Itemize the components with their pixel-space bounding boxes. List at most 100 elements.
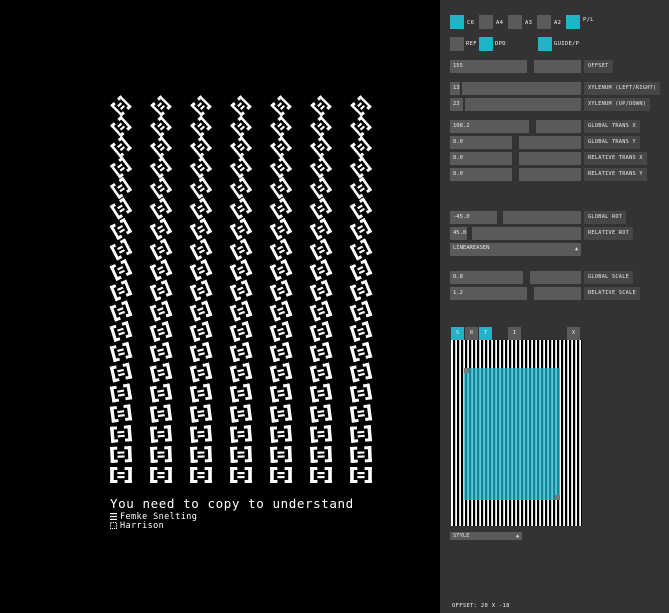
glyph-cell — [350, 115, 372, 138]
toggle-a4[interactable] — [479, 15, 493, 29]
glyph-cell — [189, 383, 213, 403]
glyph-cell — [349, 217, 373, 241]
glyph-cell — [269, 238, 293, 261]
global-trans-x-field[interactable]: 108.2 — [450, 120, 529, 133]
toggle-a3[interactable] — [508, 15, 522, 29]
glyph-cell — [310, 467, 332, 483]
tab-i[interactable]: I — [508, 327, 521, 340]
glyph-cell — [149, 300, 173, 322]
global-rot-slider[interactable] — [503, 211, 581, 224]
glyph-cell — [349, 259, 373, 281]
global-rot-field[interactable]: -45.0 — [450, 211, 497, 224]
glyph-cell — [350, 135, 372, 159]
relative-trans-y-slider[interactable] — [519, 168, 581, 181]
glyph-cell — [269, 321, 293, 342]
glyph-cell — [149, 156, 173, 179]
relative-trans-y-label: RELATIVE TRANS Y — [584, 168, 647, 181]
xyl-ud-slider[interactable] — [465, 98, 581, 111]
glyph-cell — [230, 467, 252, 483]
glyph-cell — [229, 217, 253, 241]
glyph-cell — [230, 446, 252, 463]
glyph-cell — [149, 341, 173, 363]
glyph-cell — [349, 383, 373, 403]
glyph-cell — [189, 300, 213, 322]
global-trans-y-slider[interactable] — [519, 136, 581, 149]
glyph-cell — [349, 279, 373, 302]
glyph-cell — [150, 115, 172, 138]
relative-rot-slider[interactable] — [472, 227, 581, 240]
resize-handle[interactable] — [464, 368, 469, 373]
glyph-cell — [110, 95, 132, 117]
offset-field[interactable]: 155 — [450, 60, 527, 73]
glyph-cell — [149, 217, 173, 241]
glyph-cell — [229, 259, 253, 281]
xyl-lr-slider[interactable] — [462, 82, 581, 95]
relative-scale-field[interactable]: 1.2 — [450, 287, 527, 300]
preview-stripe — [461, 340, 464, 526]
glyph-cell — [109, 383, 133, 403]
glyph-cell — [269, 362, 293, 383]
xyl-lr-field[interactable]: 13 — [450, 82, 460, 95]
preview-stripe — [581, 340, 582, 526]
glyph-cell — [109, 217, 133, 241]
global-scale-field[interactable]: 0.8 — [450, 271, 523, 284]
glyph-cell — [309, 321, 333, 342]
glyph-cell — [110, 115, 132, 138]
glyph-grid — [109, 95, 373, 483]
tab-x[interactable]: X — [567, 327, 580, 340]
glyph-cell — [109, 321, 133, 342]
glyph-cell — [109, 279, 133, 302]
glyph-cell — [229, 341, 253, 363]
global-rot-label: GLOBAL ROT — [584, 211, 627, 224]
tab-t[interactable]: T — [479, 327, 492, 340]
glyph-cell — [270, 115, 292, 138]
resize-handle[interactable] — [555, 495, 560, 500]
glyph-editor-preview[interactable] — [451, 340, 582, 526]
preview-stripe — [453, 340, 456, 526]
toggle-pl[interactable] — [566, 15, 580, 29]
glyph-cell — [229, 176, 253, 200]
global-trans-y-field[interactable]: 0.0 — [450, 136, 512, 149]
glyph-cell — [309, 362, 333, 383]
global-scale-label: GLOBAL SCALE — [584, 271, 634, 284]
glyph-cell — [190, 467, 212, 483]
relative-rot-field[interactable]: 45.0 — [450, 227, 467, 240]
relative-scale-slider[interactable] — [534, 287, 581, 300]
glyph-cell — [269, 197, 293, 220]
relative-scale-label: RELATIVE SCALE — [584, 287, 640, 300]
easing-dropdown[interactable]: LINEAREASEN ▲ — [450, 243, 581, 256]
toggle-dpd[interactable] — [479, 37, 493, 51]
glyph-cell — [149, 279, 173, 302]
global-scale-slider[interactable] — [530, 271, 581, 284]
glyph-cell — [150, 135, 172, 159]
glyph-cell — [310, 135, 332, 159]
letterform-canvas: You need to copy to understand Femke Sne… — [0, 0, 440, 613]
credit-2: Harrison — [110, 521, 164, 531]
glyph-cell — [229, 321, 253, 342]
global-trans-x-slider[interactable] — [536, 120, 581, 133]
relative-rot-label: RELATIVE ROT — [584, 227, 634, 240]
toggle-a2[interactable] — [537, 15, 551, 29]
glyph-cell — [150, 467, 172, 483]
style-dropdown[interactable]: STYLE ▲ — [450, 532, 522, 540]
glyph-cell — [229, 197, 253, 220]
toggle-ref[interactable] — [450, 37, 464, 51]
glyph-cell — [149, 362, 173, 383]
glyph-cell — [229, 300, 253, 322]
glyph-cell — [189, 404, 213, 423]
toggle-guide[interactable] — [538, 37, 552, 51]
tab-r[interactable]: R — [465, 327, 478, 340]
relative-trans-y-field[interactable]: 0.0 — [450, 168, 512, 181]
selection-overlay[interactable] — [464, 368, 560, 500]
relative-trans-x-slider[interactable] — [519, 152, 581, 165]
tab-s[interactable]: S — [451, 327, 464, 340]
offset-slider[interactable] — [534, 60, 581, 73]
relative-trans-x-field[interactable]: 0.0 — [450, 152, 512, 165]
glyph-cell — [110, 446, 132, 463]
glyph-cell — [109, 362, 133, 383]
xyl-ud-field[interactable]: 23 — [450, 98, 463, 111]
preview-stripe — [457, 340, 460, 526]
toggle-c6[interactable] — [450, 15, 464, 29]
glyph-cell — [270, 135, 292, 159]
preview-stripe — [569, 340, 572, 526]
